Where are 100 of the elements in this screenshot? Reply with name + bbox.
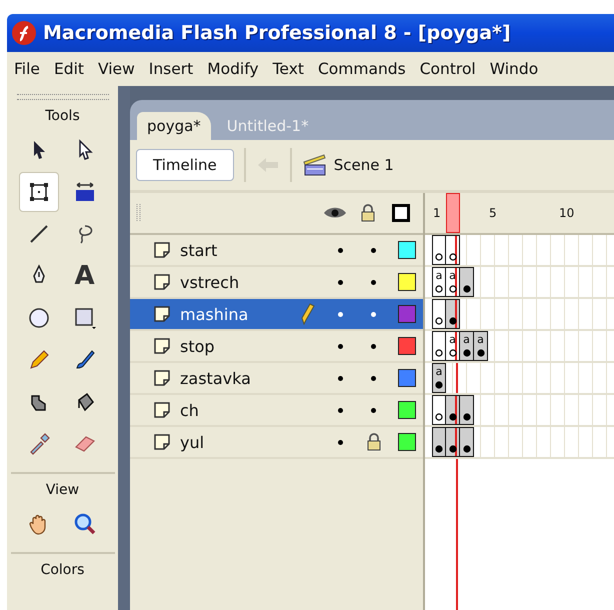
hollow-circle-icon bbox=[448, 253, 456, 261]
layer-color-swatch[interactable] bbox=[398, 337, 416, 355]
hollow-circle-icon bbox=[435, 285, 443, 293]
document-tab[interactable]: poyga* bbox=[137, 112, 211, 140]
filled-dot-icon bbox=[462, 349, 470, 357]
layer-color-swatch[interactable] bbox=[398, 401, 416, 419]
panel-title: View bbox=[46, 481, 80, 500]
layer-icon bbox=[152, 432, 172, 452]
unlocked-dot[interactable] bbox=[371, 376, 376, 380]
panel-title: Tools bbox=[45, 107, 80, 126]
keyframe[interactable] bbox=[446, 427, 460, 457]
pencil-icon bbox=[300, 303, 314, 325]
visible-dot[interactable] bbox=[338, 376, 343, 380]
layer-icon bbox=[152, 304, 172, 324]
menu-item[interactable]: View bbox=[90, 60, 142, 78]
outline-icon[interactable] bbox=[392, 204, 410, 222]
layer-name: ch bbox=[180, 400, 200, 420]
blank-keyframe[interactable]: a bbox=[432, 267, 446, 297]
hollow-circle-icon bbox=[435, 413, 443, 421]
layer-color-swatch[interactable] bbox=[398, 433, 416, 451]
clapperboard-icon bbox=[302, 153, 328, 177]
visible-dot[interactable] bbox=[338, 248, 343, 252]
filled-dot-icon bbox=[435, 445, 443, 453]
blank-keyframe[interactable] bbox=[432, 235, 446, 265]
visible-dot[interactable] bbox=[338, 440, 343, 444]
blank-keyframe[interactable]: a bbox=[446, 267, 460, 297]
hollow-circle-icon bbox=[435, 349, 443, 357]
filled-dot-icon bbox=[462, 413, 470, 421]
filled-dot-icon bbox=[448, 317, 456, 325]
text-tool[interactable]: A bbox=[64, 256, 104, 296]
layer-icon bbox=[152, 368, 172, 388]
keyframe[interactable] bbox=[460, 427, 474, 457]
keyframe[interactable] bbox=[432, 427, 446, 457]
filled-dot-icon bbox=[462, 445, 470, 453]
layer-name: stop bbox=[180, 336, 216, 356]
layer-color-swatch[interactable] bbox=[398, 305, 416, 323]
unlocked-dot[interactable] bbox=[371, 248, 376, 252]
filled-dot-icon bbox=[435, 381, 443, 389]
keyframe[interactable] bbox=[460, 267, 474, 297]
unlocked-dot[interactable] bbox=[371, 408, 376, 412]
filled-dot-icon bbox=[462, 285, 470, 293]
keyframe[interactable]: a bbox=[432, 363, 446, 393]
grip-icon bbox=[136, 203, 142, 223]
keyframe[interactable]: a bbox=[474, 331, 488, 361]
layer-color-swatch[interactable] bbox=[398, 273, 416, 291]
window-title: Macromedia Flash Professional 8 - [poyga*] bbox=[43, 22, 511, 44]
layer-icon bbox=[152, 336, 172, 356]
keyframe[interactable]: a bbox=[460, 331, 474, 361]
blank-keyframe[interactable]: a bbox=[446, 331, 460, 361]
visible-dot[interactable] bbox=[338, 312, 343, 316]
visible-dot[interactable] bbox=[338, 344, 343, 348]
visible-dot[interactable] bbox=[338, 408, 343, 412]
hollow-circle-icon bbox=[435, 317, 443, 325]
hollow-circle-icon bbox=[448, 285, 456, 293]
app-logo-icon bbox=[11, 20, 37, 46]
keyframe[interactable] bbox=[446, 395, 460, 425]
keyframe[interactable] bbox=[446, 299, 460, 329]
hollow-circle-icon bbox=[448, 349, 456, 357]
playhead-marker[interactable] bbox=[446, 193, 460, 233]
panel-title: Colors bbox=[40, 561, 84, 580]
visible-dot[interactable] bbox=[338, 280, 343, 284]
lock-icon bbox=[360, 204, 374, 222]
unlocked-dot[interactable] bbox=[371, 344, 376, 348]
menu-item[interactable]: Text bbox=[266, 60, 311, 78]
layer-icon bbox=[152, 400, 172, 420]
menu-item[interactable]: Insert bbox=[142, 60, 200, 78]
keyframe[interactable] bbox=[460, 395, 474, 425]
oval-icon bbox=[26, 306, 50, 330]
layer-name: start bbox=[180, 240, 218, 260]
frame-number: 10 bbox=[559, 206, 574, 220]
layer-icon bbox=[152, 240, 172, 260]
filled-dot-icon bbox=[448, 445, 456, 453]
layer-color-swatch[interactable] bbox=[398, 241, 416, 259]
rectangle-icon bbox=[72, 306, 96, 330]
unlocked-dot[interactable] bbox=[371, 312, 376, 316]
menu-item[interactable]: Commands bbox=[310, 60, 413, 78]
lock-icon bbox=[366, 433, 380, 451]
blank-keyframe[interactable] bbox=[432, 299, 446, 329]
free-transform-tool[interactable] bbox=[18, 172, 58, 212]
blank-keyframe[interactable] bbox=[432, 395, 446, 425]
hollow-circle-icon bbox=[435, 253, 443, 261]
layer-name: mashina bbox=[180, 304, 250, 324]
blank-keyframe[interactable] bbox=[446, 235, 460, 265]
eye-icon[interactable] bbox=[322, 206, 346, 220]
layer-name: vstrech bbox=[180, 272, 240, 292]
scene-label: Scene 1 bbox=[334, 156, 394, 174]
filled-dot-icon bbox=[476, 349, 484, 357]
menu-item[interactable]: Edit bbox=[46, 60, 91, 78]
menu-item[interactable]: File bbox=[7, 60, 47, 78]
timeline-button[interactable]: Timeline bbox=[136, 149, 234, 181]
blank-keyframe[interactable] bbox=[432, 331, 446, 361]
menu-item[interactable]: Control bbox=[412, 60, 483, 78]
filled-dot-icon bbox=[448, 413, 456, 421]
frame-number: 1 bbox=[433, 206, 441, 220]
menu-item[interactable]: Modify bbox=[200, 60, 266, 78]
unlocked-dot[interactable] bbox=[371, 280, 376, 284]
menu-item[interactable]: Windo bbox=[482, 60, 546, 78]
layer-color-swatch[interactable] bbox=[398, 369, 416, 387]
frame-number: 5 bbox=[489, 206, 497, 220]
layer-row[interactable]: mashina bbox=[130, 299, 423, 331]
